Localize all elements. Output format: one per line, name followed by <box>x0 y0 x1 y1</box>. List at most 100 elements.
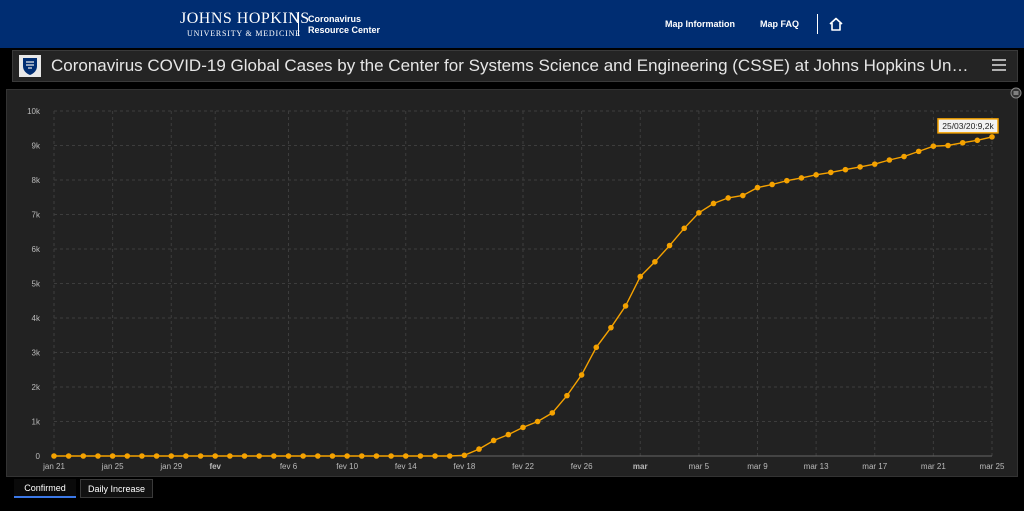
data-point <box>505 431 512 438</box>
hamburger-menu-icon[interactable] <box>991 57 1007 73</box>
data-point <box>197 453 204 459</box>
home-icon[interactable] <box>828 16 844 32</box>
x-tick-label: fev 18 <box>453 462 475 471</box>
x-tick-label: fev 10 <box>336 462 358 471</box>
data-point <box>989 134 995 140</box>
x-tick-label: jan 25 <box>101 462 124 471</box>
data-point <box>666 242 673 249</box>
data-point <box>696 209 702 216</box>
data-point <box>710 200 717 207</box>
dashboard-title: Coronavirus COVID-19 Global Cases by the… <box>51 56 969 75</box>
y-tick-label: 8k <box>32 176 41 185</box>
data-point <box>520 424 526 431</box>
data-point <box>974 137 981 144</box>
site-header: JOHNS HOPKINS UNIVERSITY & MEDICINE Coro… <box>0 0 1024 48</box>
data-point <box>901 153 907 160</box>
data-point <box>373 453 380 459</box>
data-point <box>959 139 966 146</box>
data-point <box>549 410 556 416</box>
x-tick-label: mar 5 <box>689 462 710 471</box>
data-point <box>534 418 541 425</box>
expand-icon[interactable] <box>1010 87 1022 99</box>
data-point <box>578 372 585 378</box>
data-point <box>212 453 219 459</box>
data-point <box>109 453 116 459</box>
y-tick-label: 0 <box>36 452 41 461</box>
confirmed-cases-chart: 0 1k 2k 3k 4k 5k 6k 7k 8k 9k 10k jan 21 jan 25 jan 29… <box>27 107 1005 471</box>
data-point <box>564 392 570 399</box>
logo-divider <box>298 12 299 36</box>
data-point <box>798 175 805 181</box>
x-tick-label: fev 26 <box>571 462 593 471</box>
data-point <box>637 273 644 280</box>
x-tick-label: fev 22 <box>512 462 534 471</box>
data-point <box>124 453 131 459</box>
data-point <box>271 453 277 459</box>
data-point <box>168 453 175 459</box>
resource-center-line2[interactable]: Resource Center <box>308 25 380 35</box>
nav-map-information[interactable]: Map Information <box>665 19 735 29</box>
data-point <box>490 437 497 444</box>
data-point <box>652 258 658 265</box>
data-point <box>344 453 350 459</box>
data-point <box>593 344 600 351</box>
data-point <box>622 303 629 309</box>
nav-map-faq[interactable]: Map FAQ <box>760 19 799 29</box>
data-point <box>930 143 937 149</box>
y-tick-label: 3k <box>32 349 41 358</box>
y-tick-label: 2k <box>32 383 41 392</box>
data-point <box>681 225 688 232</box>
data-point <box>329 453 336 459</box>
data-point <box>285 453 292 459</box>
jhu-shield-icon <box>19 55 41 77</box>
data-point <box>827 169 834 176</box>
x-tick-label: mar 25 <box>980 462 1005 471</box>
jhu-logo-text[interactable]: JOHNS HOPKINS <box>180 10 310 28</box>
data-point <box>886 157 893 163</box>
y-tick-label: 9k <box>32 142 41 151</box>
x-tick-label: mar 21 <box>921 462 946 471</box>
data-point <box>857 164 863 170</box>
data-point <box>315 453 321 459</box>
tab-confirmed[interactable]: Confirmed <box>14 479 76 498</box>
data-point <box>915 148 922 155</box>
x-tick-label: fev <box>209 462 221 471</box>
nav-divider <box>817 14 818 34</box>
data-point <box>725 195 731 201</box>
x-tick-label: mar <box>633 462 648 471</box>
data-point <box>740 192 746 199</box>
tab-daily-increase[interactable]: Daily Increase <box>80 479 153 498</box>
data-point <box>813 172 819 178</box>
data-point <box>476 446 482 452</box>
x-tick-label: fev 14 <box>395 462 417 471</box>
data-point <box>842 166 849 173</box>
data-point <box>80 453 87 459</box>
data-point <box>256 453 262 459</box>
data-point <box>300 453 306 459</box>
data-point <box>358 453 365 459</box>
jhu-logo-subtext: UNIVERSITY & MEDICINE <box>187 29 301 38</box>
data-point <box>65 453 72 459</box>
data-point <box>388 453 394 459</box>
data-point <box>153 453 160 459</box>
data-point <box>51 453 57 459</box>
x-tick-label: jan 21 <box>42 462 65 471</box>
data-point <box>945 142 951 149</box>
y-tick-label: 7k <box>32 211 41 220</box>
data-point <box>402 453 409 459</box>
data-point <box>139 453 145 459</box>
data-point <box>754 184 761 191</box>
data-point <box>871 161 878 167</box>
x-tick-label: mar 17 <box>862 462 887 471</box>
data-point <box>769 181 775 188</box>
x-tick-label: mar 9 <box>747 462 768 471</box>
data-point <box>227 453 233 459</box>
data-point <box>417 453 424 459</box>
y-tick-label: 6k <box>32 245 41 254</box>
data-point <box>784 177 790 184</box>
resource-center-line1[interactable]: Coronavirus <box>308 14 361 24</box>
data-point <box>446 453 453 459</box>
y-tick-label: 4k <box>32 314 41 323</box>
data-point <box>241 453 248 459</box>
x-tick-label: jan 29 <box>159 462 182 471</box>
